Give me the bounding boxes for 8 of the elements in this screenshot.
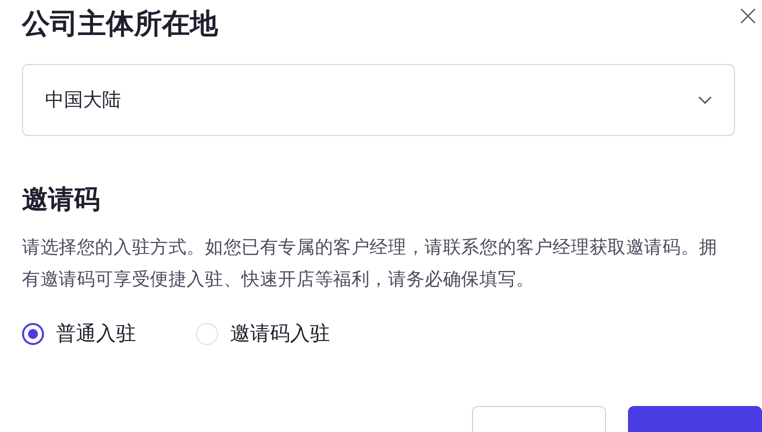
dialog-title: 公司主体所在地: [22, 6, 220, 42]
chevron-down-icon: [698, 96, 712, 104]
radio-option[interactable]: 邀请码入驻: [196, 320, 330, 347]
location-select[interactable]: 中国大陆: [22, 64, 735, 136]
section-title: 邀请码: [22, 184, 101, 217]
radio-option[interactable]: 普通入驻: [22, 320, 136, 347]
description-text: 请选择您的入驻方式。如您已有专属的客户经理，请联系您的客户经理获取邀请码。拥有邀请码可享受便捷入驻、快速开店等福利，请务必确保填写。: [22, 236, 718, 292]
close-icon[interactable]: [740, 8, 756, 24]
